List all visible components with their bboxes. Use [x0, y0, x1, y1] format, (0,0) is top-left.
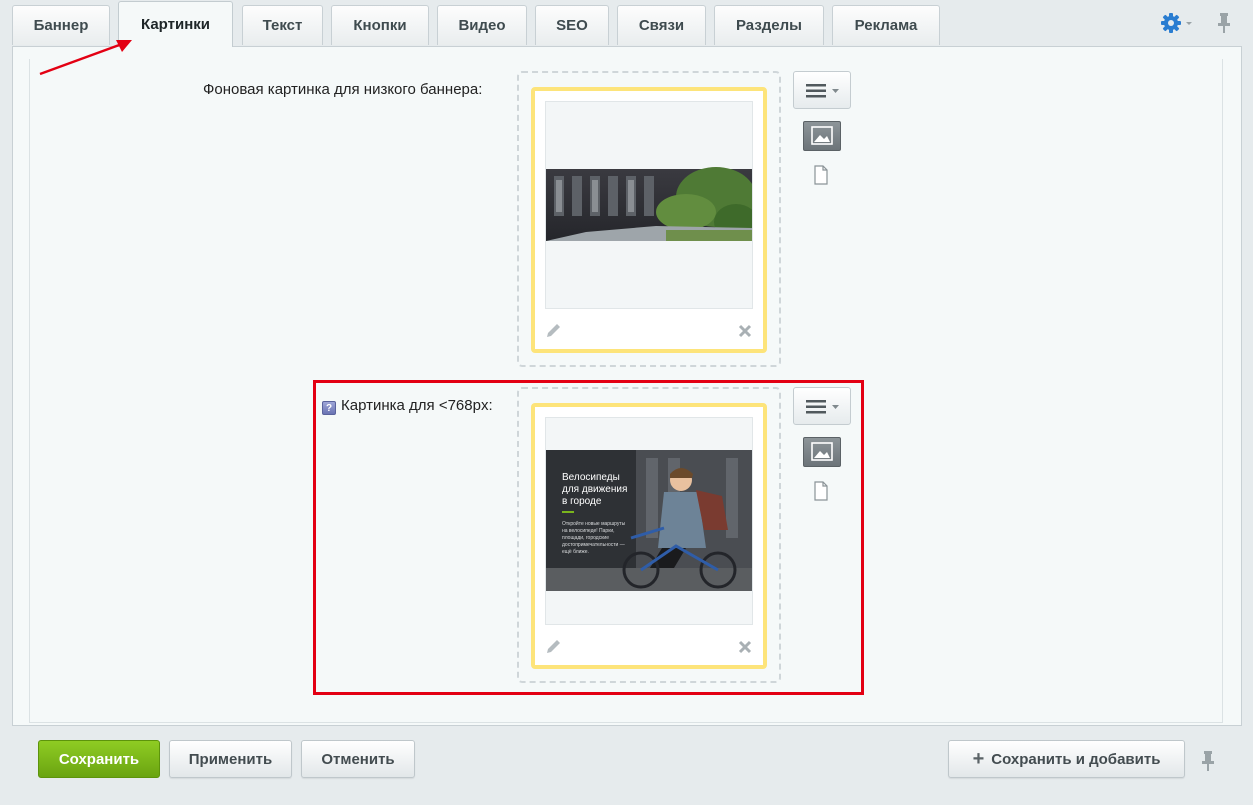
- tab-links[interactable]: Связи: [617, 5, 706, 45]
- tab-label: Реклама: [854, 17, 918, 34]
- image-icon: [811, 126, 833, 145]
- upload-image-button[interactable]: [803, 437, 841, 467]
- preview-title-line: в городе: [562, 496, 602, 507]
- settings-menu[interactable]: [1160, 12, 1194, 34]
- help-icon[interactable]: ?: [322, 401, 336, 415]
- field-label-mobile-image: ? Картинка для <768px:: [322, 397, 493, 415]
- tab-seo[interactable]: SEO: [535, 5, 609, 45]
- apply-button[interactable]: Применить: [169, 740, 292, 778]
- field-label-bg-image: Фоновая картинка для низкого баннера:: [203, 81, 483, 98]
- image-preview-card: Велосипеды для движения в городе Откройт…: [531, 403, 767, 669]
- preview-body-line: достопримечательности —: [562, 542, 625, 548]
- image-menu-button[interactable]: [793, 387, 851, 425]
- hamburger-icon: [806, 400, 839, 414]
- pin-icon: [1218, 13, 1230, 33]
- annotation-arrow: [39, 40, 132, 76]
- tab-buttons[interactable]: Кнопки: [331, 5, 429, 45]
- upload-image-button[interactable]: [803, 121, 841, 151]
- tab-label: Текст: [262, 17, 303, 34]
- tab-label: Баннер: [33, 17, 89, 34]
- tab-label: Картинки: [140, 16, 210, 33]
- tab-label: SEO: [556, 17, 588, 34]
- tab-video[interactable]: Видео: [437, 5, 527, 45]
- tab-text[interactable]: Текст: [242, 5, 323, 45]
- preview-body-line: на велосипеде! Парки,: [562, 528, 615, 534]
- image-menu-button[interactable]: [793, 71, 851, 109]
- plus-icon: +: [972, 748, 985, 770]
- tab-bar: Баннер Картинки Текст Кнопки Видео SEO С…: [0, 0, 1253, 47]
- pencil-icon[interactable]: [545, 637, 563, 655]
- image-dropzone-bg[interactable]: [517, 71, 781, 367]
- tab-label: Кнопки: [353, 17, 407, 34]
- tab-ads[interactable]: Реклама: [832, 5, 940, 45]
- image-thumbnail[interactable]: [545, 101, 753, 309]
- tab-label: Видео: [458, 17, 506, 34]
- tab-label: Разделы: [736, 17, 802, 34]
- images-tab-panel: Фоновая картинка для низкого баннера: ? …: [12, 46, 1242, 726]
- hamburger-icon: [806, 84, 839, 98]
- tab-sections[interactable]: Разделы: [714, 5, 824, 45]
- image-tools-mobile: [793, 387, 853, 527]
- preview-title-line: Велосипеды: [562, 472, 620, 483]
- file-icon[interactable]: [813, 165, 829, 185]
- building-photo-thumbnail: [546, 167, 752, 241]
- save-button[interactable]: Сохранить: [38, 740, 160, 778]
- preview-body-line: площади, городские: [562, 535, 609, 541]
- pin-icon: [1202, 751, 1214, 771]
- save-and-add-button[interactable]: + Сохранить и добавить: [948, 740, 1185, 778]
- preview-title-line: для движения: [562, 484, 627, 495]
- pin-button[interactable]: [1216, 12, 1232, 34]
- image-dropzone-mobile[interactable]: Велосипеды для движения в городе Откройт…: [517, 387, 781, 683]
- cyclist-banner-thumbnail: Велосипеды для движения в городе Откройт…: [546, 450, 752, 591]
- form-footer: Сохранить Применить Отменить + Сохранить…: [0, 726, 1253, 805]
- pin-button[interactable]: [1200, 750, 1216, 772]
- preview-body-line: ещё ближе.: [562, 549, 589, 555]
- close-icon[interactable]: [737, 323, 753, 339]
- image-thumbnail[interactable]: Велосипеды для движения в городе Откройт…: [545, 417, 753, 625]
- cancel-button[interactable]: Отменить: [301, 740, 415, 778]
- file-icon[interactable]: [813, 481, 829, 501]
- pencil-icon[interactable]: [545, 321, 563, 339]
- tab-label: Связи: [638, 17, 685, 34]
- preview-body-line: Откройте новые маршруты: [562, 520, 626, 527]
- close-icon[interactable]: [737, 639, 753, 655]
- image-preview-card: [531, 87, 767, 353]
- image-icon: [811, 442, 833, 461]
- image-tools-bg: [793, 71, 853, 211]
- gear-icon: [1161, 13, 1192, 33]
- preview-accent-line: [562, 511, 574, 513]
